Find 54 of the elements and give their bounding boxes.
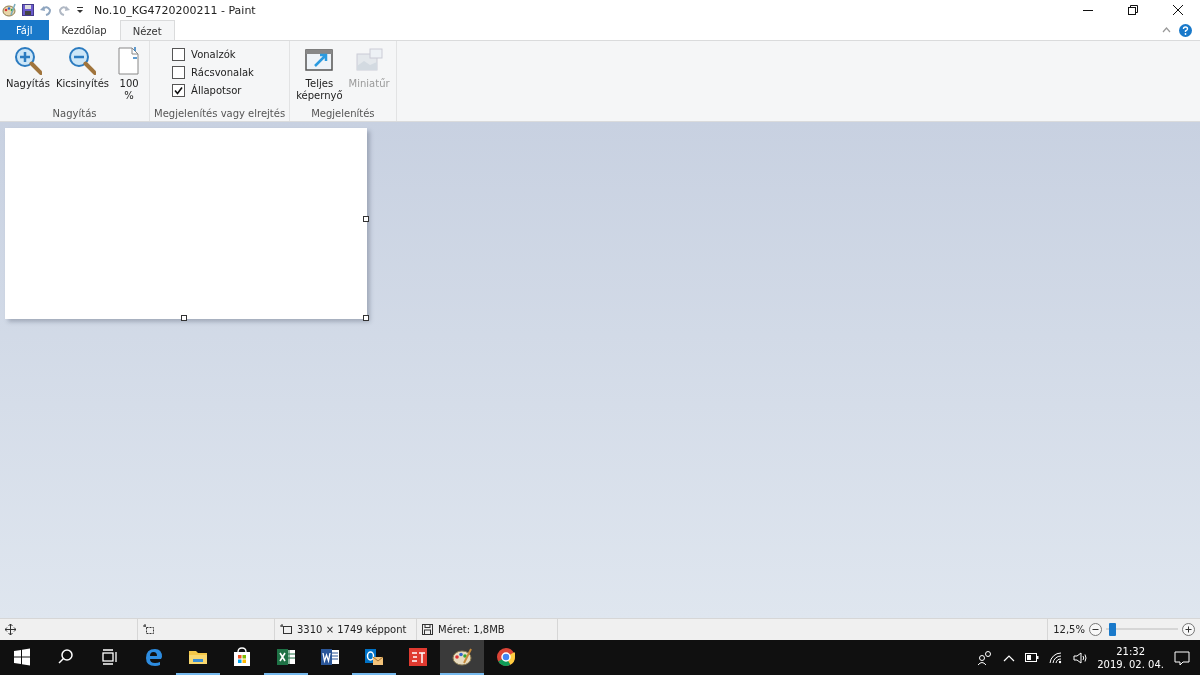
- restore-icon: [1127, 5, 1138, 15]
- file-size: Méret: 1,8MB: [438, 624, 505, 635]
- mail-icon: [364, 646, 384, 667]
- help-icon[interactable]: [1179, 23, 1192, 37]
- battery-icon[interactable]: [1025, 653, 1040, 662]
- task-view-icon: [100, 646, 120, 667]
- wifi-icon[interactable]: [1049, 651, 1064, 664]
- window-title: No.10_KG4720200211 - Paint: [94, 3, 257, 17]
- notification-icon[interactable]: [1174, 649, 1190, 666]
- shopping-bag-icon: [232, 646, 252, 667]
- spreadsheet-icon: [276, 646, 296, 667]
- zoom-out-icon: [68, 46, 97, 76]
- zoom-level: 12,5%: [1053, 624, 1085, 635]
- check-icon: [174, 86, 184, 95]
- clock-time[interactable]: 21:32: [1116, 644, 1145, 658]
- image-dimensions: 3310 × 1749 képpont: [297, 624, 407, 635]
- checkbox[interactable]: Állapotsor: [172, 84, 254, 97]
- round-logo-icon: [496, 646, 516, 667]
- page-button[interactable]: 100 %: [113, 44, 146, 108]
- clock-date[interactable]: 2019. 02. 04.: [1097, 657, 1164, 671]
- resize-handle[interactable]: [363, 315, 369, 321]
- zoom-in-button[interactable]: Nagyítás: [4, 44, 52, 108]
- move-icon: [5, 624, 16, 635]
- checkbox[interactable]: Rácsvonalak: [172, 66, 254, 79]
- save-icon[interactable]: [22, 4, 34, 16]
- palette-taskbar-button[interactable]: [440, 640, 484, 675]
- resize-handle[interactable]: [363, 216, 369, 222]
- browser-icon: [144, 646, 164, 667]
- zoom-in-icon: [13, 46, 42, 76]
- close-icon: [1172, 5, 1183, 15]
- document-icon: [320, 646, 340, 667]
- group-label: Megjelenítés: [310, 108, 376, 121]
- people-icon[interactable]: [977, 649, 994, 666]
- start-icon: [12, 646, 32, 667]
- app-tile-icon: [408, 646, 428, 667]
- fullscreen-button[interactable]: Teljes képernyő: [294, 44, 345, 108]
- collapse-ribbon-icon[interactable]: [1162, 27, 1171, 33]
- ribbon-tab[interactable]: Nézet: [119, 20, 175, 41]
- palette-icon: [452, 646, 472, 667]
- speaker-icon[interactable]: [1073, 651, 1088, 664]
- ribbon-tab[interactable]: Kezdőlap: [48, 20, 120, 40]
- checkbox[interactable]: Vonalzók: [172, 48, 254, 61]
- dropdown-icon[interactable]: [76, 6, 84, 14]
- palette-icon[interactable]: [2, 3, 16, 17]
- zoom-in-button[interactable]: [1182, 623, 1195, 636]
- chevron-up-icon[interactable]: [1003, 653, 1016, 662]
- zoom-out-button[interactable]: Kicsinyítés: [53, 44, 112, 108]
- file-tab[interactable]: Fájl: [0, 20, 49, 40]
- group-label: Nagyítás: [51, 108, 98, 121]
- zoom-out-button[interactable]: [1089, 623, 1102, 636]
- selection-icon: [143, 624, 154, 635]
- image-size-icon: [280, 624, 292, 635]
- resize-handle[interactable]: [181, 315, 187, 321]
- group-label: Megjelenítés vagy elrejtés: [154, 108, 286, 121]
